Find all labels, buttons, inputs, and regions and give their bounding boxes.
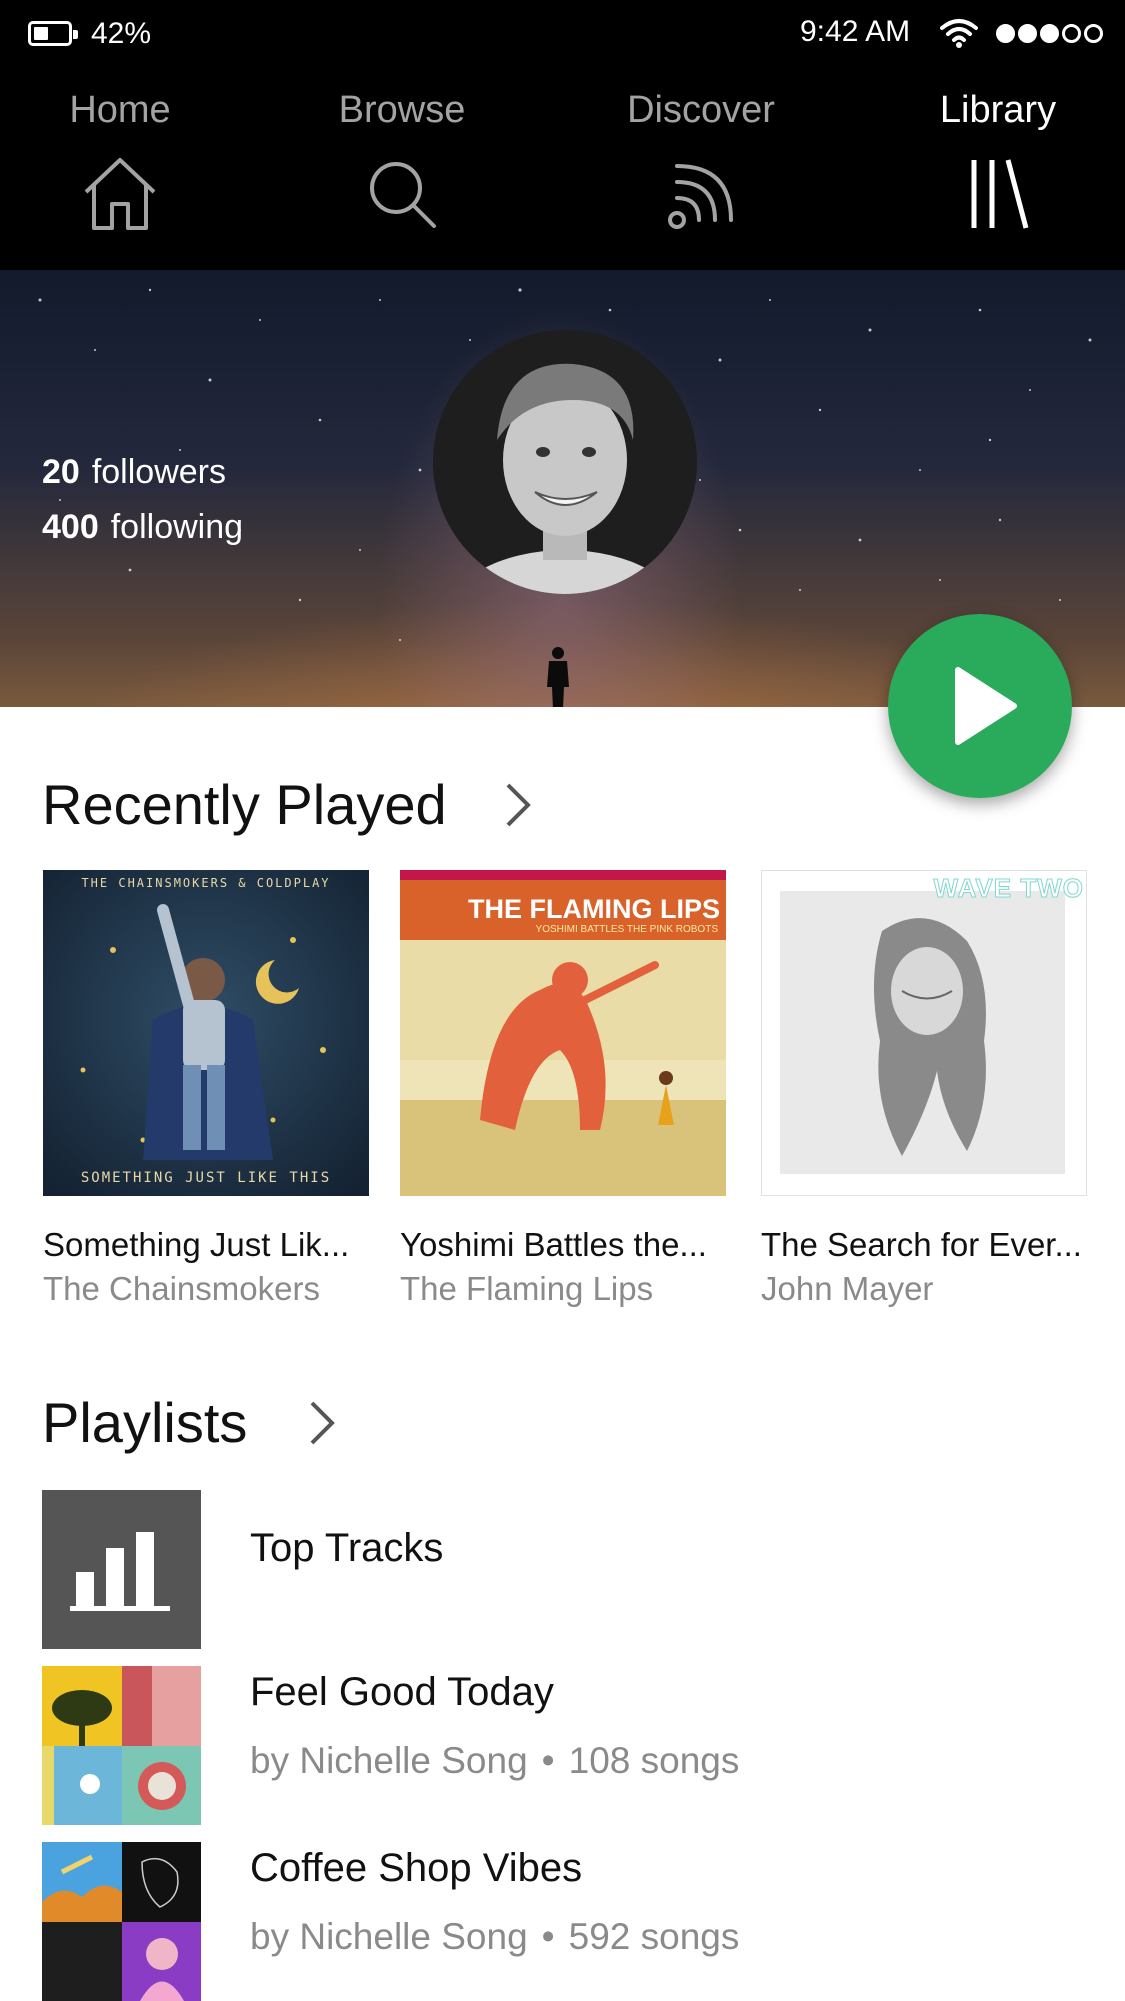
recently-played-chevron-icon[interactable]: [503, 782, 533, 828]
album-title[interactable]: The Search for Ever...: [761, 1226, 1087, 1264]
status-time: 9:42 AM: [800, 15, 911, 48]
album-artist[interactable]: The Flaming Lips: [400, 1270, 726, 1308]
playlist-row[interactable]: Top Tracks: [42, 1490, 1082, 1650]
playlist-meta: by Nichelle Song • 592 songs: [250, 1916, 739, 1958]
tab-home-label: Home: [69, 89, 171, 131]
cover-subtitle-text: YOSHIMI BATTLES THE PINK ROBOTS: [535, 924, 718, 935]
cover-band-text: THE FLAMING LIPS: [468, 894, 720, 924]
playlist-title: Feel Good Today: [250, 1670, 554, 1714]
album-card[interactable]: THE CHAINSMOKERS & COLDPLAY SOMETHING JU…: [43, 870, 369, 1308]
broadcast-icon: [668, 164, 733, 229]
feel-good-today-thumb: [42, 1666, 201, 1825]
tab-discover[interactable]: Discover: [581, 80, 821, 250]
top-bar: 42% 9:42 AM Home Browse Discover Library: [0, 0, 1125, 270]
tab-home[interactable]: Home: [0, 80, 240, 250]
bar-chart-icon: [70, 1532, 170, 1611]
cover-top-text: THE CHAINSMOKERS & COLDPLAY: [81, 876, 331, 890]
album-title[interactable]: Yoshimi Battles the...: [400, 1226, 726, 1264]
following-stat[interactable]: 400 following: [42, 508, 243, 547]
cover-wave-text: WAVE TWO: [933, 873, 1084, 904]
following-label: following: [110, 508, 244, 546]
album-card[interactable]: WAVE TWO The Search for Ever... John May…: [761, 870, 1087, 1308]
recently-played-title[interactable]: Recently Played: [42, 772, 447, 837]
home-icon: [84, 158, 156, 230]
battery-icon: [28, 21, 78, 46]
album-artist[interactable]: The Chainsmokers: [43, 1270, 369, 1308]
playlist-meta: by Nichelle Song • 108 songs: [250, 1740, 739, 1782]
play-button[interactable]: [888, 614, 1072, 798]
playlist-song-count: 592 songs: [568, 1916, 740, 1957]
playlist-title: Coffee Shop Vibes: [250, 1846, 583, 1890]
tab-browse-label: Browse: [338, 89, 466, 131]
album-title[interactable]: Something Just Lik...: [43, 1226, 369, 1264]
separator-dot: •: [541, 1916, 555, 1957]
album-artist[interactable]: John Mayer: [761, 1270, 1087, 1308]
followers-label: followers: [91, 453, 226, 491]
tab-library[interactable]: Library: [878, 80, 1118, 250]
separator-dot: •: [541, 1740, 555, 1781]
followers-count: 20: [42, 453, 80, 491]
playlist-row[interactable]: Coffee Shop Vibes by Nichelle Song • 592 s…: [42, 1842, 1082, 2001]
tab-browse[interactable]: Browse: [282, 80, 522, 250]
battery-percent: 42%: [91, 17, 152, 50]
person-silhouette: [547, 647, 569, 707]
tab-bar: Home Browse Discover Library: [0, 80, 1125, 260]
playlists-chevron-icon[interactable]: [307, 1400, 337, 1446]
tab-discover-label: Discover: [627, 89, 775, 131]
play-icon: [955, 667, 1017, 745]
followers-stat[interactable]: 20 followers: [42, 453, 226, 492]
coffee-shop-vibes-thumb: [42, 1842, 201, 2001]
library-icon: [971, 159, 1029, 229]
search-icon: [370, 162, 436, 228]
tab-library-label: Library: [939, 89, 1057, 131]
playlist-title: Top Tracks: [250, 1526, 444, 1570]
playlist-owner: by Nichelle Song: [250, 1740, 528, 1781]
wifi-icon: [940, 19, 978, 48]
playlist-row[interactable]: Feel Good Today by Nichelle Song • 108 son…: [42, 1666, 1082, 1826]
top-tracks-thumb: [42, 1490, 201, 1649]
album-cover-something-just-like-this[interactable]: THE CHAINSMOKERS & COLDPLAY SOMETHING JU…: [43, 870, 369, 1196]
following-count: 400: [42, 508, 99, 546]
avatar-photo: [433, 330, 697, 594]
playlists-title[interactable]: Playlists: [42, 1390, 247, 1455]
playlist-song-count: 108 songs: [568, 1740, 740, 1781]
cover-bottom-text: SOMETHING JUST LIKE THIS: [80, 1170, 332, 1186]
avatar[interactable]: [433, 330, 697, 594]
album-cover-the-search-for-everything[interactable]: WAVE TWO: [761, 870, 1087, 1196]
album-cover-yoshimi-battles[interactable]: THE FLAMING LIPS YOSHIMI BATTLES THE PIN…: [400, 870, 726, 1196]
status-bar: 42% 9:42 AM: [0, 0, 1125, 66]
album-card[interactable]: THE FLAMING LIPS YOSHIMI BATTLES THE PIN…: [400, 870, 726, 1308]
cellular-signal-icon: [996, 24, 1103, 44]
playlist-owner: by Nichelle Song: [250, 1916, 528, 1957]
